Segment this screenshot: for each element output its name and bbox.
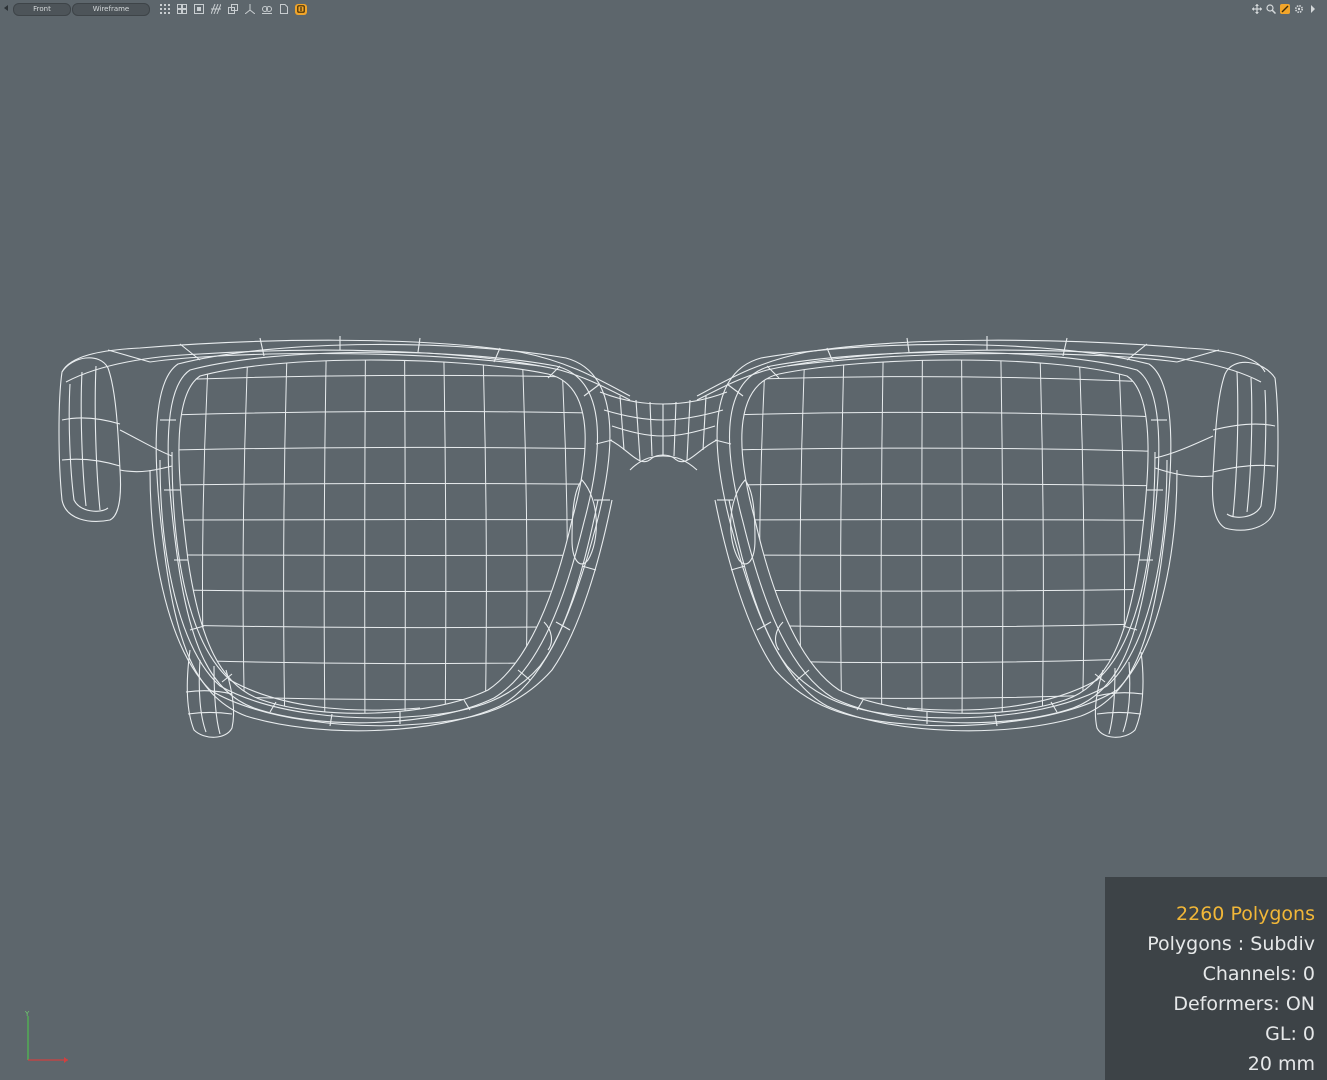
- lens-grid-line: [443, 360, 447, 714]
- axis-gizmo: Y: [20, 1010, 72, 1066]
- lens-grid-line: [1078, 360, 1085, 714]
- lens-grid-line: [178, 410, 586, 416]
- lens-grid-line: [741, 411, 1149, 418]
- lens-grid-line: [178, 518, 586, 521]
- lens-grid-line: [741, 483, 1149, 487]
- lens-grid-line: [242, 360, 249, 714]
- deformers-status: Deformers: ON: [1173, 993, 1315, 1015]
- lens-grid-line: [1000, 360, 1004, 714]
- lens-grid-line: [178, 446, 586, 451]
- scene-stats-panel: 2260 Polygons Polygons : Subdiv Channels…: [1105, 877, 1327, 1080]
- lens-grid-line: [178, 624, 586, 629]
- lens-grid-line: [741, 554, 1149, 556]
- lens-grid-line: [482, 360, 487, 714]
- lens-grid-line: [178, 659, 586, 665]
- lens-grid-line: [178, 482, 586, 486]
- lens-grid-line: [178, 554, 586, 557]
- channels-count: Channels: 0: [1202, 963, 1315, 985]
- lens-grid-line: [921, 360, 923, 714]
- lens-grid-line: [880, 360, 884, 714]
- lens-grid-line: [741, 376, 1149, 383]
- 3d-viewport[interactable]: Front Wireframe Y 2260 Polygons Polygons…: [0, 0, 1327, 1080]
- lens-grid-line: [759, 360, 767, 714]
- lens-grid-line: [741, 447, 1149, 452]
- lens-grid-line: [1039, 360, 1044, 714]
- lens-grid-line: [404, 360, 406, 714]
- grid-size: 20 mm: [1247, 1053, 1315, 1075]
- lens-grid-line: [741, 588, 1149, 592]
- lens-grid-line: [364, 360, 366, 714]
- lens-grid-line: [283, 360, 288, 714]
- lens-grid-line: [560, 360, 568, 714]
- lens-grid-line: [741, 623, 1149, 628]
- lens-grid-line: [741, 519, 1149, 521]
- lens-grid-line: [178, 589, 586, 593]
- lens-grid-line: [741, 657, 1149, 664]
- lens-grid-line: [840, 360, 845, 714]
- gl-count: GL: 0: [1265, 1023, 1315, 1045]
- lens-grid-line: [178, 374, 586, 381]
- polygon-mode: Polygons : Subdiv: [1147, 933, 1315, 955]
- lens-grid-line: [170, 730, 600, 736]
- polygon-count: 2260 Polygons: [1176, 903, 1315, 925]
- lens-grid-line: [961, 360, 963, 714]
- lens-grid-line: [727, 727, 1157, 734]
- lens-grid-line: [323, 360, 327, 714]
- axis-y-label: Y: [25, 1010, 30, 1018]
